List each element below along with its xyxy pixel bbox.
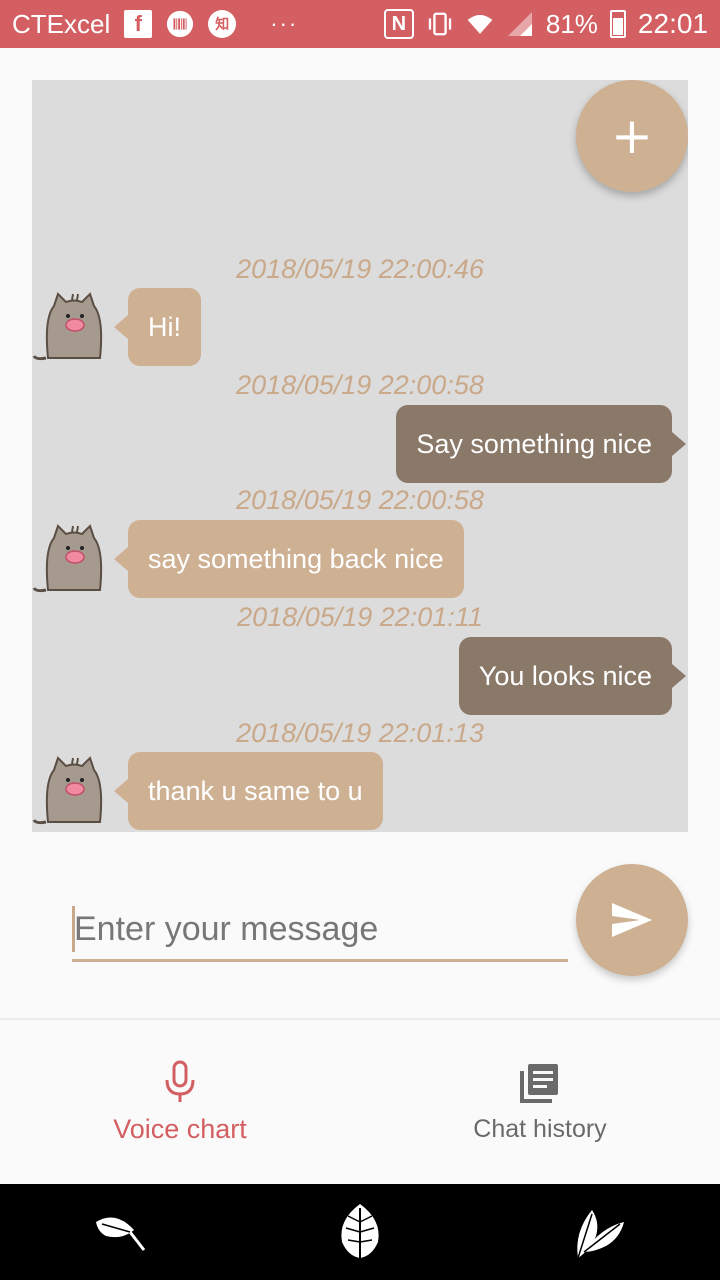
plus-icon: +	[611, 107, 653, 165]
leaf-recents-icon	[577, 1210, 624, 1259]
message-text: say something back nice	[148, 543, 444, 574]
status-time: 22:01	[637, 8, 708, 39]
bottom-tab-bar: Voice chart Chat history	[0, 1018, 720, 1184]
incoming-message-bubble: thank u same to u	[114, 752, 383, 830]
nav-home-button[interactable]	[320, 1192, 400, 1272]
status-app-name: CTExcel	[12, 8, 111, 39]
message-text: Say something nice	[416, 428, 652, 459]
mic-icon	[165, 1060, 195, 1102]
wifi-icon	[466, 10, 494, 38]
history-icon	[520, 1063, 558, 1103]
battery-icon	[609, 10, 626, 38]
tab-voice-chart[interactable]: Voice chart	[0, 1020, 360, 1184]
battery-percentage: 81%	[545, 8, 598, 39]
leaf-home-icon	[341, 1204, 379, 1258]
incoming-message-bubble: say something back nice	[114, 520, 464, 598]
incoming-message-bubble: Hi!	[114, 288, 201, 366]
nav-back-button[interactable]	[80, 1192, 160, 1272]
outgoing-message-bubble: You looks nice	[458, 637, 687, 715]
send-icon	[612, 903, 652, 937]
message-input-wrapper	[72, 900, 568, 962]
leaf-back-icon	[96, 1217, 146, 1251]
message-timestamp: 2018/05/19 22:00:58	[236, 370, 484, 400]
message-timestamp: 2018/05/19 22:00:46	[236, 254, 484, 284]
vibrate-icon	[426, 10, 454, 38]
message-timestamp: 2018/05/19 22:00:58	[236, 485, 484, 515]
tab-label: Chat history	[473, 1114, 607, 1143]
status-bar: CTExcel f 知 ··· N 81% 22:01	[0, 0, 720, 48]
cat-avatar-icon	[32, 524, 103, 593]
cat-avatar-icon	[32, 756, 103, 825]
add-button[interactable]: +	[576, 80, 688, 192]
more-notifications-icon: ···	[270, 11, 299, 36]
cat-avatar-icon	[32, 292, 103, 361]
nav-recents-button[interactable]	[560, 1192, 640, 1272]
barcode-icon	[166, 10, 194, 38]
message-text: You looks nice	[478, 660, 652, 691]
message-timestamp: 2018/05/19 22:01:11	[237, 602, 483, 632]
chat-panel[interactable]: + 2018/05/19 22:00:46 Hi! 2018/05/19 22:…	[32, 80, 688, 832]
outgoing-message-bubble: Say something nice	[396, 405, 686, 483]
facebook-icon: f	[124, 10, 153, 38]
text-caret	[72, 906, 75, 952]
send-button[interactable]	[576, 864, 688, 976]
tab-label: Voice chart	[113, 1113, 247, 1144]
zhihu-icon: 知	[208, 10, 237, 38]
system-nav-bar	[0, 1184, 720, 1280]
message-text: thank u same to u	[148, 775, 363, 806]
message-timestamp: 2018/05/19 22:01:13	[236, 718, 484, 748]
tab-chat-history[interactable]: Chat history	[360, 1020, 720, 1184]
signal-icon	[506, 10, 534, 38]
message-input[interactable]	[72, 900, 568, 958]
message-text: Hi!	[148, 311, 181, 342]
nfc-icon: N	[383, 9, 414, 39]
